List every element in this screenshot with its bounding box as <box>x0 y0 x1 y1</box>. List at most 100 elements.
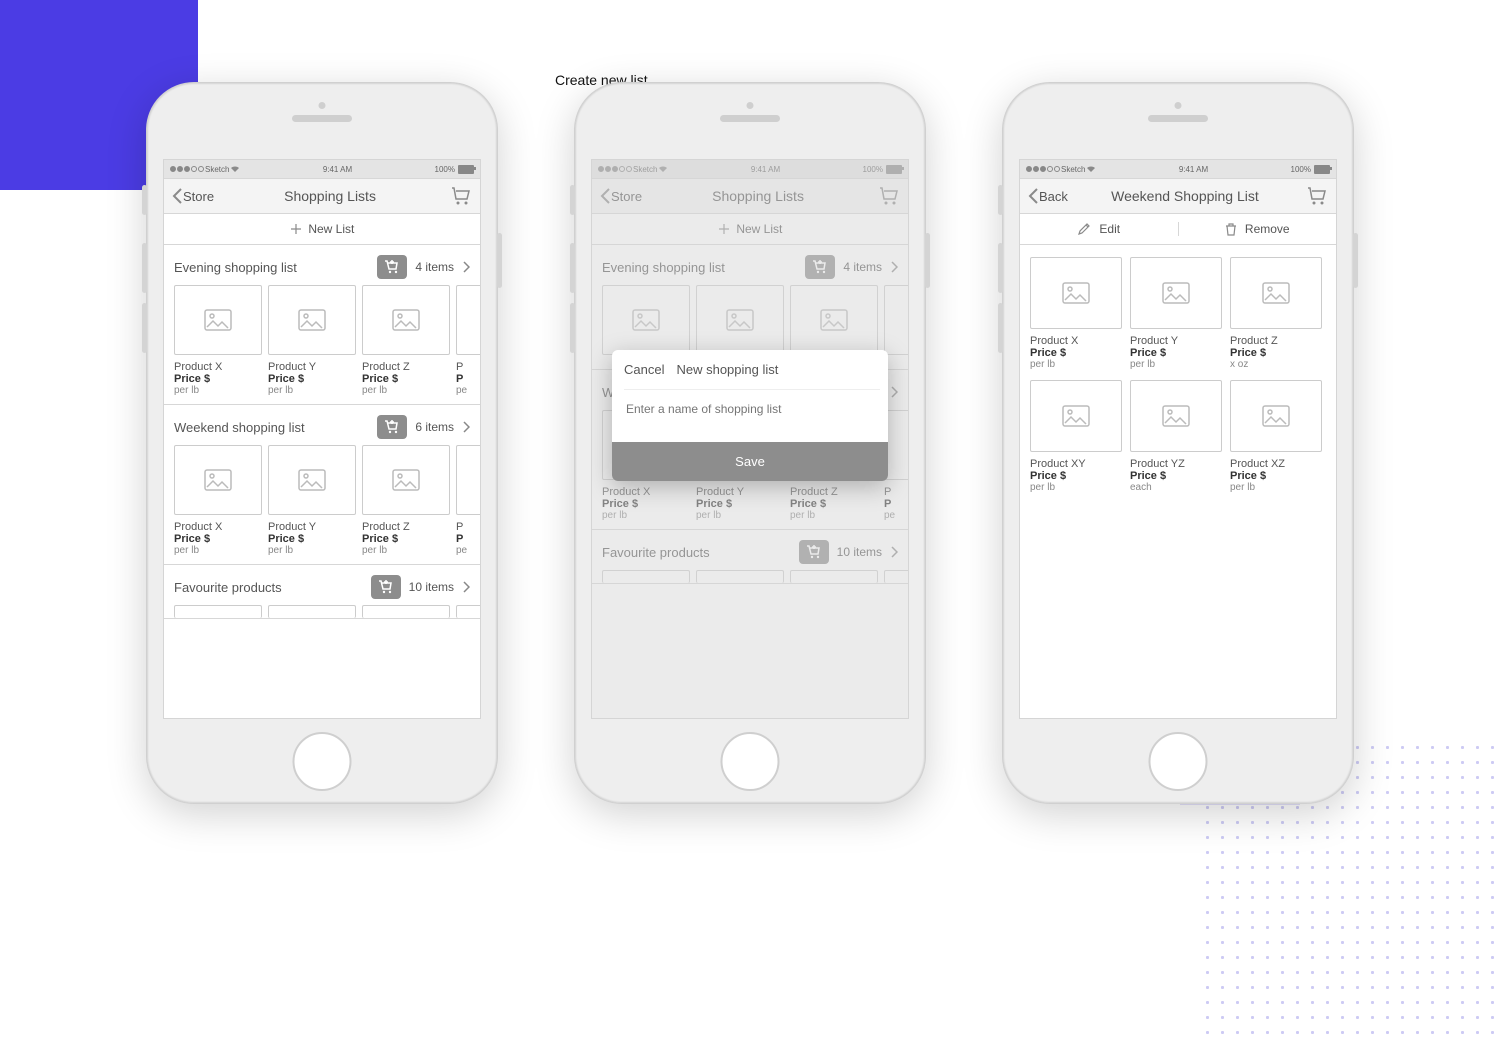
chevron-right-icon[interactable] <box>890 386 898 398</box>
remove-button[interactable]: Remove <box>1179 222 1337 236</box>
image-placeholder-icon <box>1230 257 1322 329</box>
product-card[interactable]: Product YZPrice $each <box>1130 380 1220 493</box>
product-name: P <box>456 361 480 373</box>
nav-bar: Back Weekend Shopping List <box>1020 179 1336 214</box>
product-price: Price $ <box>268 373 354 385</box>
trash-icon <box>1225 222 1237 236</box>
carrier-label: Sketch <box>633 165 657 174</box>
chevron-right-icon[interactable] <box>462 581 470 593</box>
chevron-right-icon[interactable] <box>462 421 470 433</box>
chevron-left-icon <box>1028 188 1039 204</box>
nav-bar: Store Shopping Lists <box>164 179 480 214</box>
list-name-input[interactable] <box>624 389 880 428</box>
chevron-right-icon[interactable] <box>890 546 898 558</box>
chevron-right-icon[interactable] <box>890 261 898 273</box>
product-unit: each <box>1130 482 1220 493</box>
product-card[interactable]: Product XPrice $per lb <box>174 285 260 396</box>
product-price: P <box>456 533 480 545</box>
add-to-cart-button[interactable] <box>371 575 401 599</box>
add-to-cart-button[interactable] <box>377 255 407 279</box>
add-to-cart-button[interactable] <box>799 540 829 564</box>
item-count: 4 items <box>843 260 882 274</box>
product-price: Price $ <box>174 373 260 385</box>
image-placeholder-icon <box>362 605 450 618</box>
new-list-button[interactable]: New List <box>592 214 908 245</box>
image-placeholder-icon <box>1230 380 1322 452</box>
cart-icon[interactable] <box>450 186 472 206</box>
section-title: Weekend shopping list <box>174 420 305 435</box>
product-card[interactable]: PPpe <box>456 445 480 556</box>
image-placeholder-icon <box>884 285 908 355</box>
product-card[interactable]: PPpe <box>456 285 480 396</box>
edit-button[interactable]: Edit <box>1020 222 1179 236</box>
product-price: Price $ <box>1130 347 1220 359</box>
battery-percent: 100% <box>1291 165 1311 174</box>
image-placeholder-icon <box>1030 257 1122 329</box>
back-label: Store <box>611 189 642 204</box>
product-card[interactable]: Product YPrice $per lb <box>268 285 354 396</box>
product-name: Product YZ <box>1130 458 1220 470</box>
image-placeholder-icon <box>602 570 690 583</box>
product-card[interactable]: Product ZPrice $x oz <box>1230 257 1320 370</box>
product-card[interactable]: Product ZPrice $per lb <box>362 445 448 556</box>
product-unit: per lb <box>362 385 448 396</box>
product-card[interactable]: Product XZPrice $per lb <box>1230 380 1320 493</box>
page-title: Shopping Lists <box>284 188 376 204</box>
back-button[interactable]: Store <box>172 188 214 204</box>
product-card[interactable] <box>884 285 908 361</box>
cart-icon[interactable] <box>878 186 900 206</box>
item-count: 6 items <box>415 420 454 434</box>
product-card[interactable]: Product ZPrice $per lb <box>362 285 448 396</box>
cart-icon[interactable] <box>1306 186 1328 206</box>
product-name: Product X <box>602 486 688 498</box>
product-name: Product Z <box>790 486 876 498</box>
cancel-button[interactable]: Cancel <box>624 362 664 377</box>
status-bar: Sketch 9:41 AM 100% <box>592 160 908 179</box>
image-placeholder-icon <box>362 285 450 355</box>
add-to-cart-button[interactable] <box>377 415 407 439</box>
product-name: Product Y <box>1130 335 1220 347</box>
product-price: Price $ <box>362 373 448 385</box>
image-placeholder-icon <box>268 605 356 618</box>
product-price: P <box>456 373 480 385</box>
product-price: Price $ <box>1230 347 1320 359</box>
image-placeholder-icon <box>174 285 262 355</box>
status-bar: Sketch 9:41 AM 100% <box>1020 160 1336 179</box>
back-button[interactable]: Back <box>1028 188 1068 204</box>
product-unit: per lb <box>362 545 448 556</box>
product-name: Product Y <box>268 521 354 533</box>
new-list-button[interactable]: New List <box>164 214 480 245</box>
image-placeholder-icon <box>696 570 784 583</box>
product-card[interactable]: Product YPrice $per lb <box>1130 257 1220 370</box>
back-label: Back <box>1039 189 1068 204</box>
chevron-right-icon[interactable] <box>462 261 470 273</box>
back-button[interactable]: Store <box>600 188 642 204</box>
section-title: Evening shopping list <box>602 260 725 275</box>
shopping-list-section: Weekend shopping list 6 items Product XPri… <box>164 405 480 565</box>
back-label: Store <box>183 189 214 204</box>
image-placeholder-icon <box>884 570 908 583</box>
nav-bar: Store Shopping Lists <box>592 179 908 214</box>
product-unit: pe <box>884 510 908 521</box>
edit-label: Edit <box>1099 222 1120 236</box>
product-card[interactable]: Product XPrice $per lb <box>1030 257 1120 370</box>
image-placeholder-icon <box>268 445 356 515</box>
product-name: P <box>884 486 908 498</box>
product-card[interactable]: Product YPrice $per lb <box>268 445 354 556</box>
product-name: Product Z <box>1230 335 1320 347</box>
product-unit: x oz <box>1230 359 1320 370</box>
wifi-icon <box>230 165 240 173</box>
image-placeholder-icon <box>174 445 262 515</box>
image-placeholder-icon <box>456 605 480 618</box>
product-card[interactable]: Product XPrice $per lb <box>174 445 260 556</box>
product-unit: per lb <box>268 385 354 396</box>
battery-icon <box>458 165 474 174</box>
image-placeholder-icon <box>790 570 878 583</box>
page-title: Weekend Shopping List <box>1111 188 1259 204</box>
product-name: Product Y <box>696 486 782 498</box>
add-to-cart-button[interactable] <box>805 255 835 279</box>
product-card[interactable]: Product XYPrice $per lb <box>1030 380 1120 493</box>
product-name: Product X <box>1030 335 1120 347</box>
phone-mockup-new-list: Sketch 9:41 AM 100% Store <box>574 82 926 804</box>
save-button[interactable]: Save <box>612 442 888 481</box>
